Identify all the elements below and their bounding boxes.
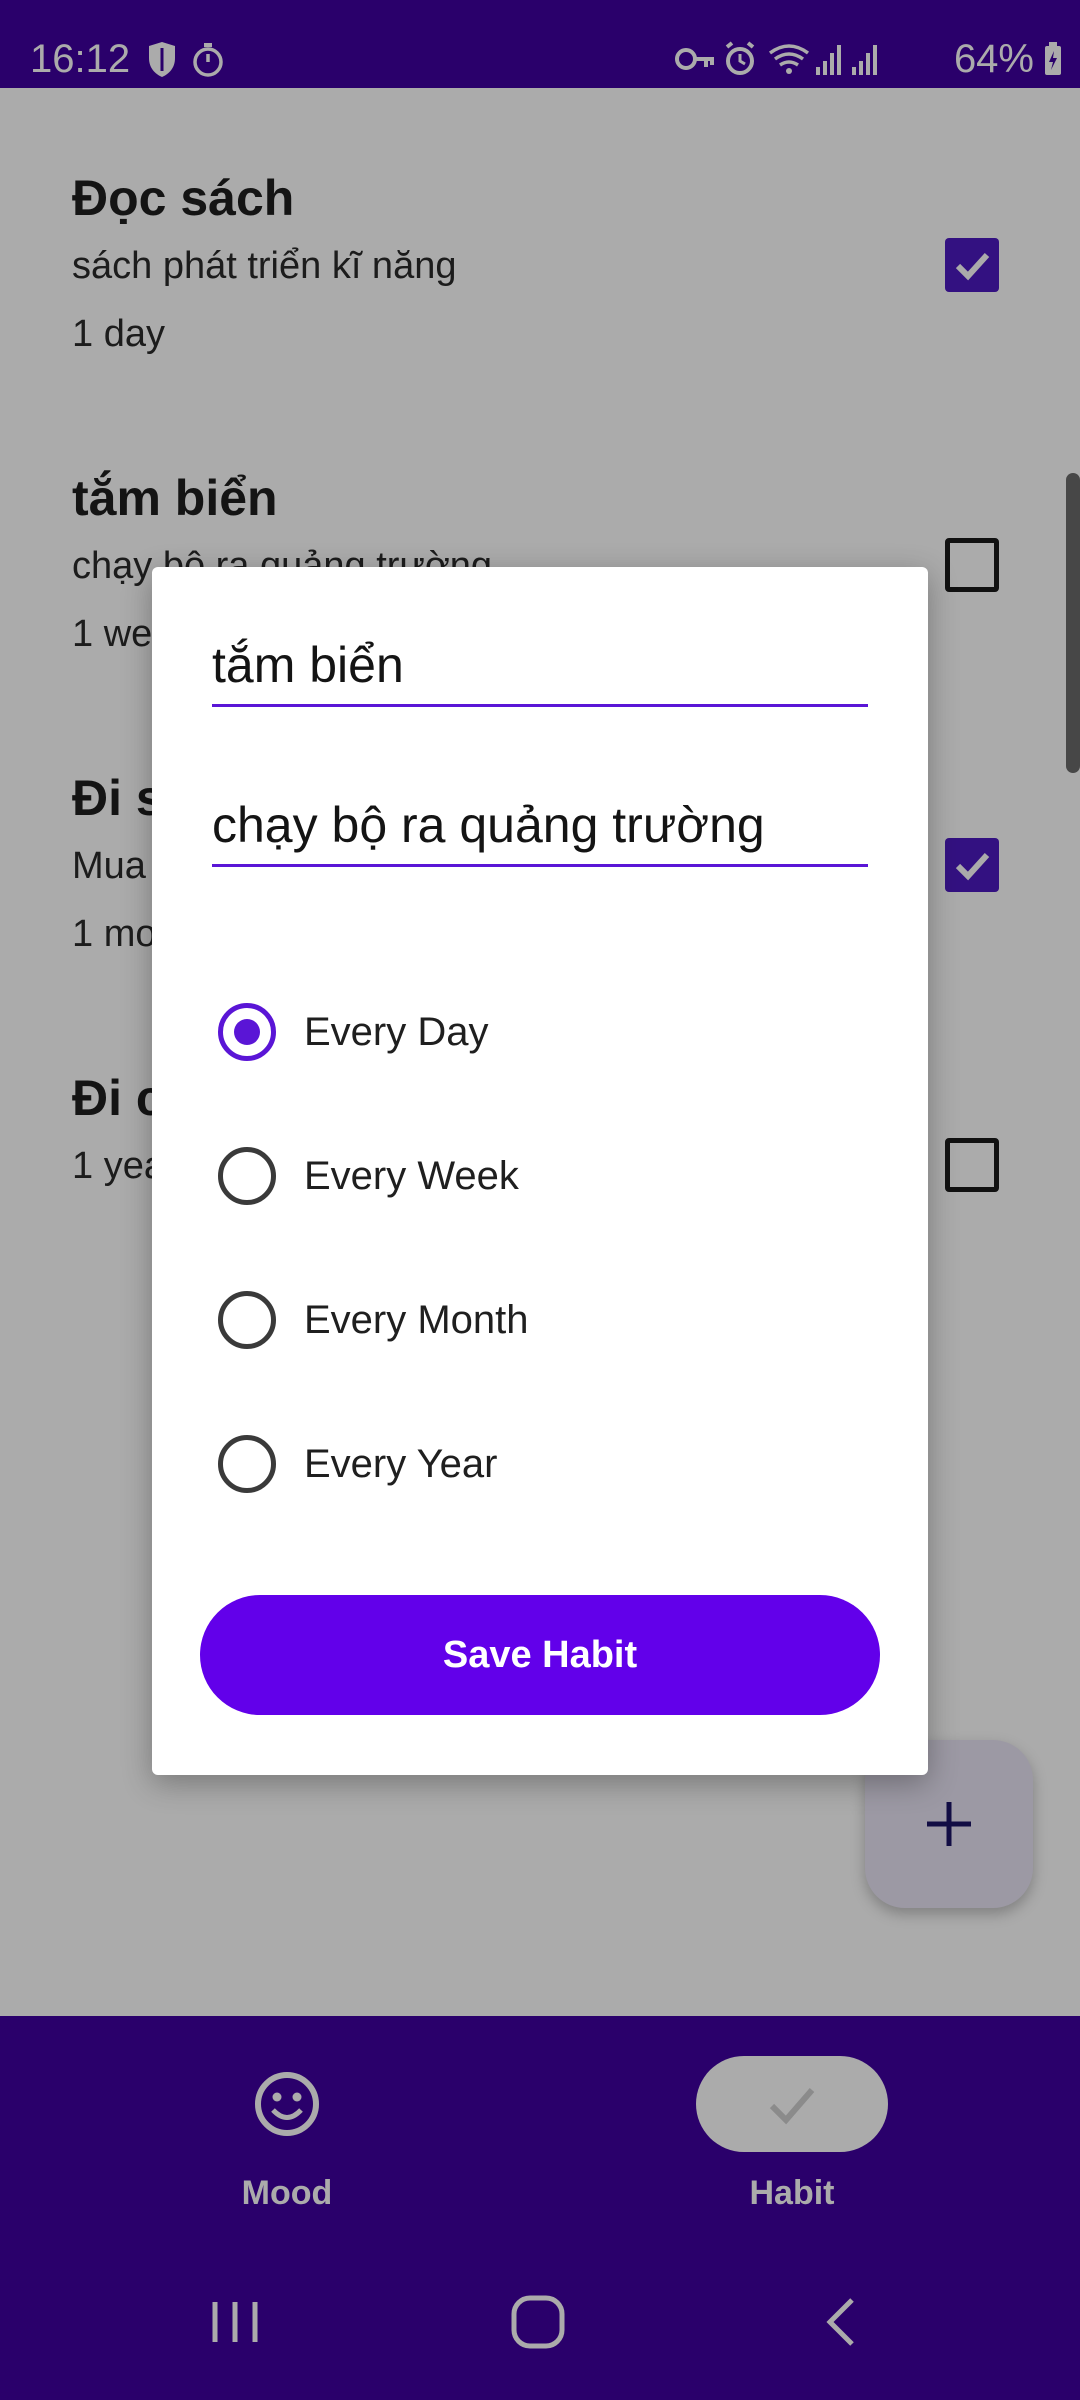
radio-label: Every Year (304, 1441, 498, 1486)
radio-button[interactable] (218, 1147, 276, 1205)
edit-habit-dialog: tắm biển chạy bộ ra quảng trường Every D… (152, 567, 928, 1775)
save-habit-button[interactable]: Save Habit (200, 1595, 880, 1715)
habit-description-field[interactable]: chạy bộ ra quảng trường (212, 787, 868, 867)
radio-label: Every Day (304, 1009, 489, 1054)
radio-button[interactable] (218, 1003, 276, 1061)
radio-every-year[interactable]: Every Year (218, 1432, 497, 1496)
radio-button[interactable] (218, 1291, 276, 1349)
radio-button[interactable] (218, 1435, 276, 1493)
radio-label: Every Week (304, 1153, 519, 1198)
radio-every-day[interactable]: Every Day (218, 1000, 489, 1064)
radio-every-week[interactable]: Every Week (218, 1144, 519, 1208)
habit-name-field[interactable]: tắm biển (212, 627, 868, 707)
radio-every-month[interactable]: Every Month (218, 1288, 529, 1352)
radio-label: Every Month (304, 1297, 529, 1342)
